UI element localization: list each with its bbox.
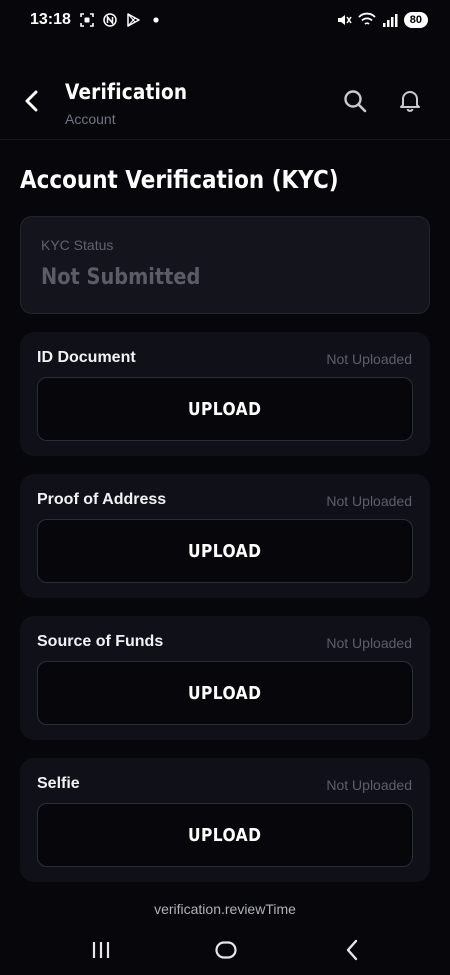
document-status: Not Uploaded [326, 635, 412, 651]
document-card-id: ID Document Not Uploaded UPLOAD [20, 332, 430, 456]
document-card-proof-of-address: Proof of Address Not Uploaded UPLOAD [20, 474, 430, 598]
document-title: Selfie [37, 775, 80, 792]
battery-level: 80 [403, 12, 428, 28]
status-time: 13:18 [30, 11, 71, 28]
status-right: 80 [336, 12, 428, 28]
bell-icon[interactable] [397, 87, 423, 113]
kyc-status-card: KYC Status Not Submitted [20, 216, 430, 314]
dot-icon [153, 17, 159, 23]
status-bar: 13:18 80 [0, 0, 450, 40]
document-card-source-of-funds: Source of Funds Not Uploaded UPLOAD [20, 616, 430, 740]
recent-apps-icon[interactable] [88, 937, 114, 963]
screenshot-icon [80, 13, 94, 27]
document-card-selfie: Selfie Not Uploaded UPLOAD [20, 758, 430, 882]
upload-label: UPLOAD [188, 824, 262, 846]
header-title: Verification [65, 80, 188, 104]
back-icon[interactable] [340, 937, 366, 963]
system-nav-bar [0, 925, 450, 975]
play-store-icon [127, 13, 140, 27]
header-subtitle: Account [65, 111, 116, 127]
document-title: Proof of Address [37, 491, 167, 508]
home-icon[interactable] [213, 937, 239, 963]
upload-selfie-button[interactable]: UPLOAD [37, 803, 413, 867]
document-status: Not Uploaded [326, 777, 412, 793]
document-status: Not Uploaded [326, 351, 412, 367]
upload-label: UPLOAD [188, 540, 262, 562]
upload-label: UPLOAD [188, 398, 262, 420]
upload-source-of-funds-button[interactable]: UPLOAD [37, 661, 413, 725]
upload-proof-of-address-button[interactable]: UPLOAD [37, 519, 413, 583]
document-status: Not Uploaded [326, 493, 412, 509]
back-arrow-icon[interactable] [20, 88, 46, 114]
wifi-icon [358, 12, 376, 25]
page-title: Account Verification (KYC) [20, 165, 339, 194]
upload-id-button[interactable]: UPLOAD [37, 377, 413, 441]
signal-icon [382, 14, 398, 27]
review-time-note: verification.reviewTime [154, 901, 296, 917]
mute-icon [337, 15, 352, 25]
kyc-status-label: KYC Status [41, 237, 114, 253]
kyc-status-value: Not Submitted [41, 265, 201, 290]
status-left: 13:18 [30, 11, 163, 29]
app-header: Verification Account [0, 40, 450, 140]
document-title: Source of Funds [37, 633, 164, 650]
document-title: ID Document [37, 349, 136, 366]
search-icon[interactable] [342, 88, 368, 114]
upload-label: UPLOAD [188, 682, 262, 704]
n-app-icon [103, 13, 117, 27]
